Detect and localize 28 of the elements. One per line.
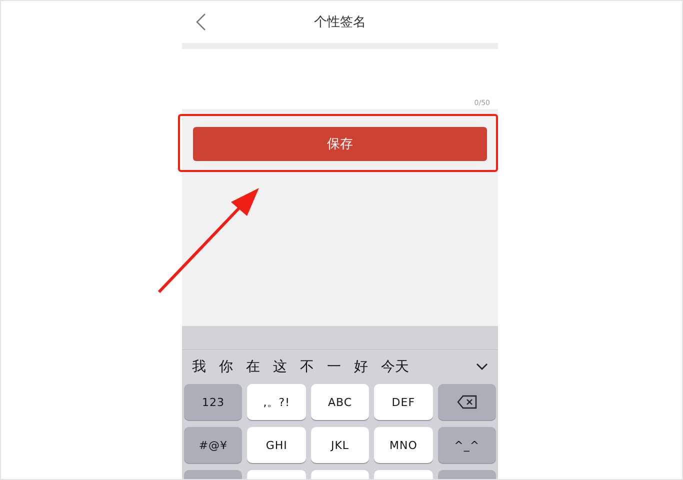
keyboard-key[interactable]: DEF bbox=[374, 384, 433, 420]
candidate-word[interactable]: 我 bbox=[192, 358, 206, 376]
delete-icon bbox=[456, 395, 477, 409]
keyboard-key[interactable] bbox=[374, 470, 433, 479]
keyboard-key[interactable]: #@¥ bbox=[184, 427, 242, 463]
candidate-word[interactable]: 一 bbox=[327, 358, 341, 376]
keyboard-key[interactable]: ^_^ bbox=[438, 427, 496, 463]
keyboard-key[interactable]: ABC bbox=[310, 384, 370, 420]
candidate-word[interactable]: 今天 bbox=[381, 358, 409, 376]
keyboard-key[interactable]: MNO bbox=[374, 427, 433, 463]
keyboard-key[interactable] bbox=[310, 470, 370, 479]
save-button[interactable]: 保存 bbox=[193, 127, 487, 161]
keyboard-key[interactable]: ,。?! bbox=[247, 384, 306, 420]
keyboard-key[interactable]: JKL bbox=[310, 427, 370, 463]
keyboard-key[interactable] bbox=[184, 470, 242, 479]
keyboard-key[interactable]: GHI bbox=[247, 427, 306, 463]
chevron-down-icon[interactable] bbox=[476, 363, 488, 372]
keyboard-key[interactable]: 123 bbox=[184, 384, 242, 420]
candidate-word[interactable]: 不 bbox=[300, 358, 314, 376]
back-icon[interactable] bbox=[196, 13, 206, 31]
delete-key[interactable] bbox=[438, 384, 496, 420]
candidate-word[interactable]: 你 bbox=[219, 358, 233, 376]
keyboard-key[interactable] bbox=[438, 470, 496, 479]
candidate-word[interactable]: 这 bbox=[273, 358, 287, 376]
page-title: 个性签名 bbox=[314, 14, 366, 31]
keyboard-key[interactable] bbox=[247, 470, 306, 479]
candidate-word[interactable]: 在 bbox=[246, 358, 260, 376]
candidate-word[interactable]: 好 bbox=[354, 358, 368, 376]
